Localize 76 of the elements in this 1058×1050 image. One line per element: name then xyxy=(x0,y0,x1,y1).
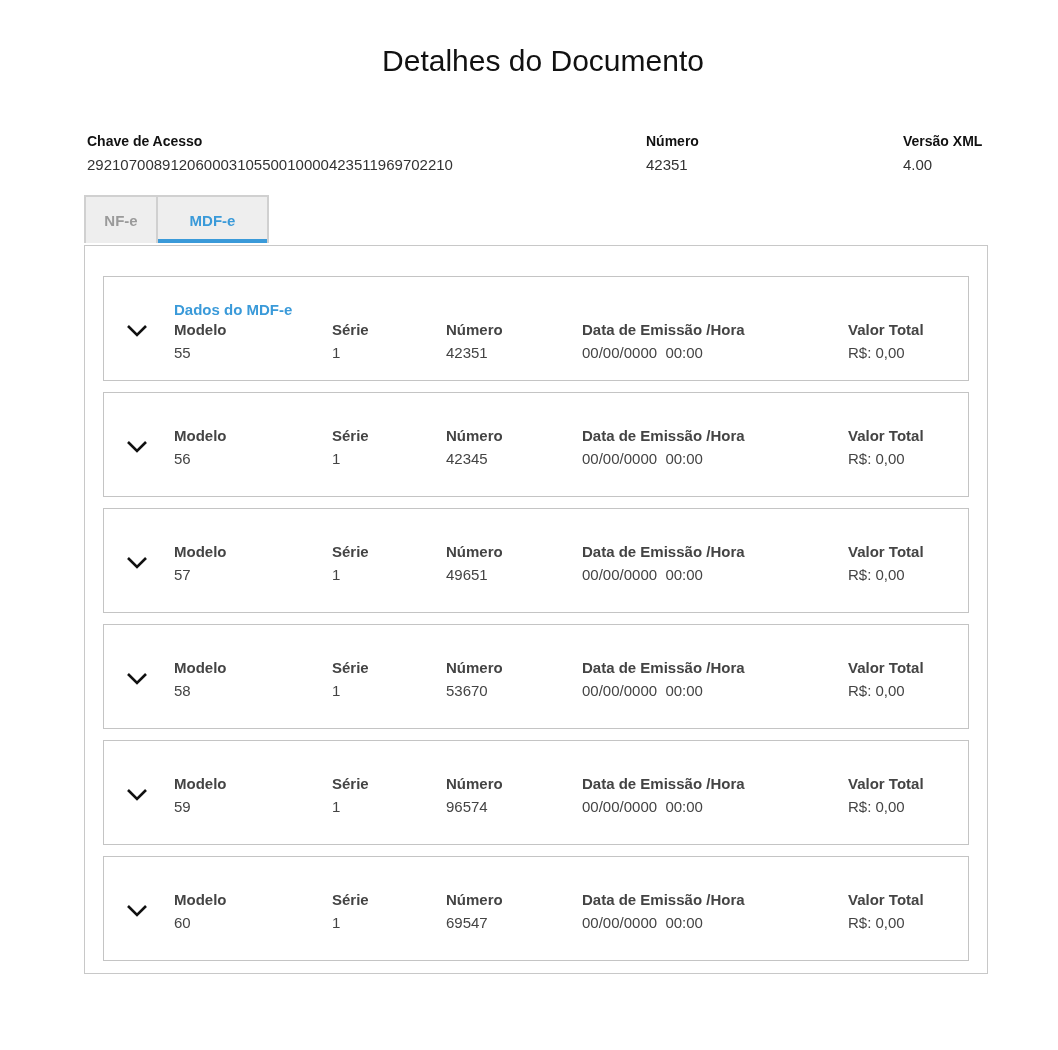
field-value: 29210700891206000310550010000423511969702210 xyxy=(87,156,454,173)
field-value: 96574 xyxy=(446,797,489,815)
field-label: Chave de Acesso xyxy=(87,133,204,149)
field-label: Data de Emissão /Hora xyxy=(582,320,746,338)
chevron-down-icon[interactable] xyxy=(126,439,148,454)
field-label: Valor Total xyxy=(848,658,924,676)
field-label: Modelo xyxy=(174,774,228,792)
field-label: Versão XML xyxy=(903,133,983,149)
field-label: Série xyxy=(332,658,370,676)
field-value: 42351 xyxy=(646,156,689,173)
field-value: 00/00/0000 00:00 xyxy=(582,343,704,361)
tab[interactable]: MDF-e xyxy=(158,195,269,243)
field-value: 53670 xyxy=(446,681,489,699)
field-label: Data de Emissão /Hora xyxy=(582,426,746,444)
field-label: Série xyxy=(332,890,370,908)
field-label: Série xyxy=(332,542,370,560)
field-value: 42345 xyxy=(446,449,489,467)
field-value: 1 xyxy=(332,449,342,467)
field-label: Número xyxy=(446,320,504,338)
field-value: R$: 0,00 xyxy=(848,565,906,583)
field-label: Valor Total xyxy=(848,426,924,444)
field-value: 42351 xyxy=(446,343,489,361)
field-value: 57 xyxy=(174,565,192,583)
field-value: 69547 xyxy=(446,913,489,931)
field-label: Valor Total xyxy=(848,890,924,908)
chevron-down-icon[interactable] xyxy=(126,323,148,338)
field-value: R$: 0,00 xyxy=(848,343,906,361)
field-label: Data de Emissão /Hora xyxy=(582,890,746,908)
field-label: Número xyxy=(446,542,504,560)
field-label: Número xyxy=(446,774,504,792)
field-label: Data de Emissão /Hora xyxy=(582,542,746,560)
chevron-down-icon[interactable] xyxy=(126,903,148,918)
field-label: Data de Emissão /Hora xyxy=(582,774,746,792)
field-value: R$: 0,00 xyxy=(848,797,906,815)
field-label: Valor Total xyxy=(848,320,924,338)
field-value: 1 xyxy=(332,681,342,699)
field-value: 49651 xyxy=(446,565,489,583)
field-value: 00/00/0000 00:00 xyxy=(582,449,704,467)
field-value: 1 xyxy=(332,565,342,583)
field-value: R$: 0,00 xyxy=(848,681,906,699)
card-title: Dados do MDF-e xyxy=(174,300,294,318)
field-label: Número xyxy=(646,133,700,149)
field-value: 55 xyxy=(174,343,192,361)
field-value: 1 xyxy=(332,797,342,815)
field-label: Data de Emissão /Hora xyxy=(582,658,746,676)
field-value: R$: 0,00 xyxy=(848,449,906,467)
field-value: R$: 0,00 xyxy=(848,913,906,931)
field-label: Valor Total xyxy=(848,774,924,792)
field-value: 00/00/0000 00:00 xyxy=(582,913,704,931)
field-label: Série xyxy=(332,426,370,444)
field-value: 56 xyxy=(174,449,192,467)
field-label: Modelo xyxy=(174,658,228,676)
field-value: 58 xyxy=(174,681,192,699)
field-value: 1 xyxy=(332,343,342,361)
field-label: Modelo xyxy=(174,426,228,444)
field-label: Número xyxy=(446,426,504,444)
field-label: Modelo xyxy=(174,320,228,338)
field-value: 00/00/0000 00:00 xyxy=(582,681,704,699)
field-value: 4.00 xyxy=(903,156,934,173)
page-title: Detalhes do Documento xyxy=(381,44,705,78)
chevron-down-icon[interactable] xyxy=(126,671,148,686)
field-value: 1 xyxy=(332,913,342,931)
field-value: 00/00/0000 00:00 xyxy=(582,797,704,815)
field-value: 60 xyxy=(174,913,192,931)
field-value: 59 xyxy=(174,797,192,815)
field-label: Modelo xyxy=(174,542,228,560)
field-label: Número xyxy=(446,658,504,676)
field-label: Série xyxy=(332,320,370,338)
field-label: Número xyxy=(446,890,504,908)
chevron-down-icon[interactable] xyxy=(126,555,148,570)
chevron-down-icon[interactable] xyxy=(126,787,148,802)
field-value: 00/00/0000 00:00 xyxy=(582,565,704,583)
field-label: Valor Total xyxy=(848,542,924,560)
field-label: Série xyxy=(332,774,370,792)
field-label: Modelo xyxy=(174,890,228,908)
tab[interactable]: NF-e xyxy=(84,195,158,243)
